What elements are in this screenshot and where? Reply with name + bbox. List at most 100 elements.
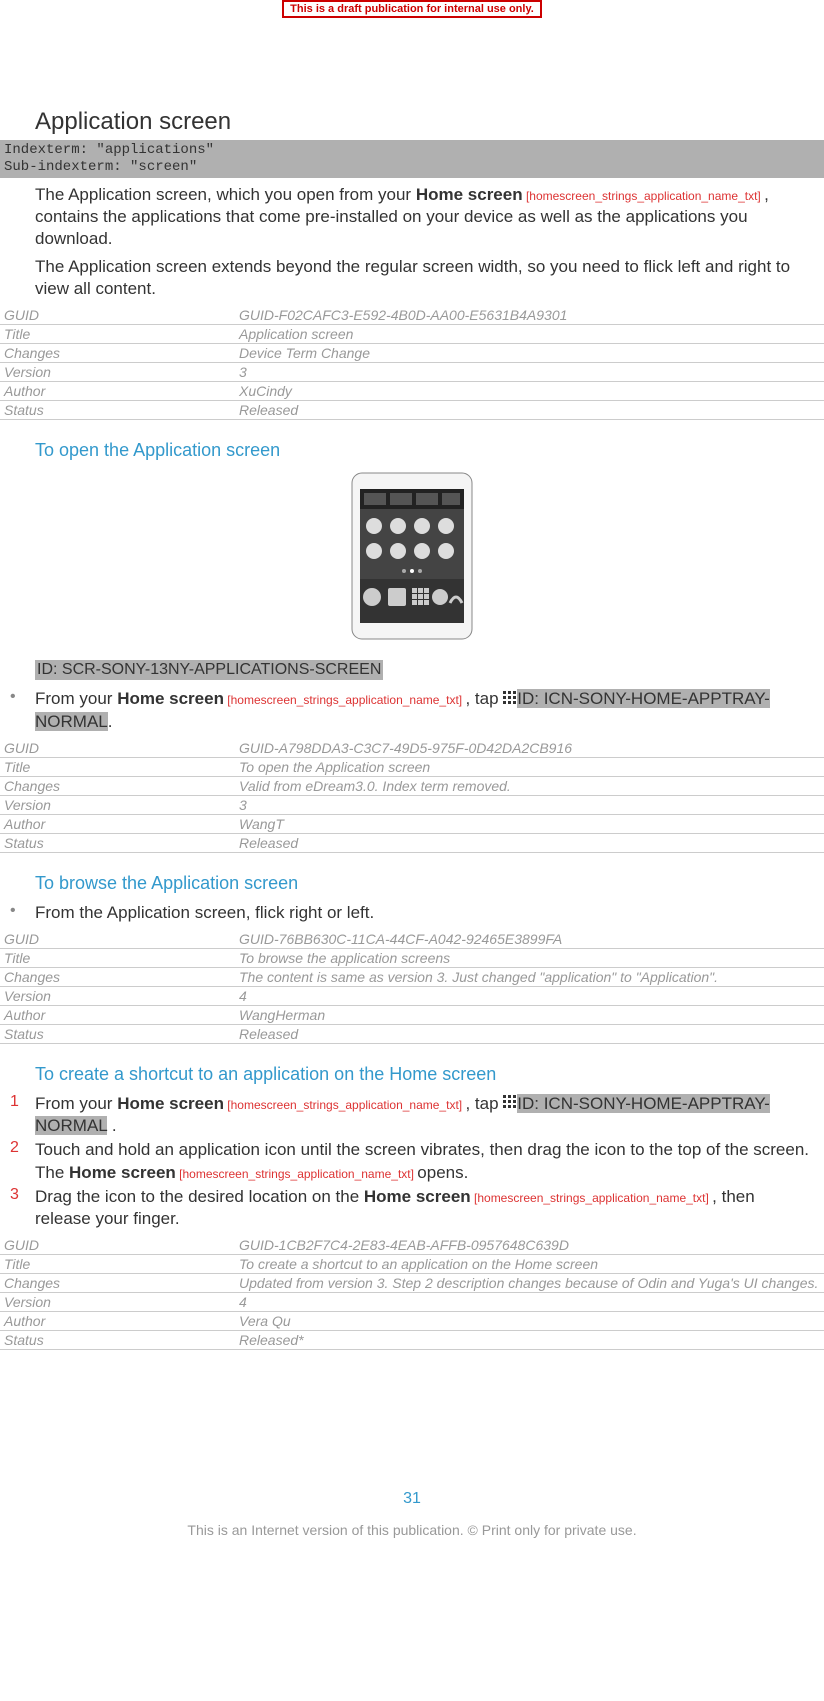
instruction-text: From your Home screen [homescreen_string… — [35, 688, 814, 733]
meta-key: Title — [0, 1254, 235, 1273]
indexterm-line: Indexterm: "applications" — [4, 142, 820, 159]
meta-val: 3 — [235, 795, 824, 814]
meta-val: GUID-A798DDA3-C3C7-49D5-975F-0D42DA2CB91… — [235, 739, 824, 758]
meta-val: Updated from version 3. Step 2 descripti… — [235, 1273, 824, 1292]
phone-figure — [0, 471, 824, 646]
home-screen-term: Home screen — [416, 185, 523, 204]
section-heading-shortcut: To create a shortcut to an application o… — [35, 1064, 824, 1085]
apptray-grid-icon — [503, 1093, 517, 1115]
meta-val: 4 — [235, 1292, 824, 1311]
meta-key: Title — [0, 757, 235, 776]
meta-val: Valid from eDream3.0. Index term removed… — [235, 776, 824, 795]
meta-val: GUID-76BB630C-11CA-44CF-A042-92465E3899F… — [235, 930, 824, 949]
intro-paragraph-2: The Application screen extends beyond th… — [0, 256, 824, 300]
meta-val: GUID-F02CAFC3-E592-4B0D-AA00-E5631B4A930… — [235, 306, 824, 325]
instruction-bullet: • From the Application screen, flick rig… — [0, 902, 824, 924]
page-content: Application screen Indexterm: "applicati… — [0, 18, 824, 1558]
string-ref: [homescreen_strings_application_name_txt… — [224, 693, 465, 707]
string-ref: [homescreen_strings_application_name_txt… — [176, 1167, 417, 1181]
step-number: 3 — [0, 1186, 35, 1230]
meta-key: Status — [0, 401, 235, 420]
section-heading-open: To open the Application screen — [35, 440, 824, 461]
metadata-table-3: GUIDGUID-76BB630C-11CA-44CF-A042-92465E3… — [0, 930, 824, 1044]
meta-key: Changes — [0, 1273, 235, 1292]
metadata-table-2: GUIDGUID-A798DDA3-C3C7-49D5-975F-0D42DA2… — [0, 739, 824, 853]
meta-key: Changes — [0, 967, 235, 986]
metadata-table-4: GUIDGUID-1CB2F7C4-2E83-4EAB-AFFB-0957648… — [0, 1236, 824, 1350]
metadata-table-1: GUIDGUID-F02CAFC3-E592-4B0D-AA00-E5631B4… — [0, 306, 824, 420]
home-screen-term: Home screen — [117, 1094, 224, 1113]
home-screen-term: Home screen — [364, 1187, 471, 1206]
draft-banner: This is a draft publication for internal… — [282, 0, 542, 18]
meta-val: To create a shortcut to an application o… — [235, 1254, 824, 1273]
apptray-grid-icon — [503, 689, 517, 711]
meta-val: To browse the application screens — [235, 948, 824, 967]
page-number: 31 — [0, 1490, 824, 1508]
meta-key: GUID — [0, 306, 235, 325]
instruction-bullet: • From your Home screen [homescreen_stri… — [0, 688, 824, 733]
string-ref: [homescreen_strings_application_name_txt… — [471, 1191, 712, 1205]
text: opens. — [417, 1163, 468, 1182]
text: From your — [35, 689, 117, 708]
meta-val: Released — [235, 1024, 824, 1043]
intro-paragraph-1: The Application screen, which you open f… — [0, 184, 824, 250]
meta-key: Title — [0, 948, 235, 967]
bullet-icon: • — [0, 902, 35, 924]
meta-key: Version — [0, 1292, 235, 1311]
home-screen-term: Home screen — [69, 1163, 176, 1182]
sub-indexterm-line: Sub-indexterm: "screen" — [4, 159, 820, 176]
text: , tap — [465, 689, 503, 708]
bullet-icon: • — [0, 688, 35, 733]
step-number: 2 — [0, 1139, 35, 1183]
text: Drag the icon to the desired location on… — [35, 1187, 364, 1206]
phone-illustration — [322, 471, 502, 641]
meta-key: Version — [0, 363, 235, 382]
text: From your — [35, 1094, 117, 1113]
page-title: Application screen — [35, 108, 824, 136]
meta-val: Released* — [235, 1330, 824, 1349]
meta-val: 4 — [235, 986, 824, 1005]
meta-val: WangHerman — [235, 1005, 824, 1024]
page-footer: 31 This is an Internet version of this p… — [0, 1490, 824, 1558]
meta-val: Vera Qu — [235, 1311, 824, 1330]
meta-key: Status — [0, 833, 235, 852]
meta-val: Released — [235, 833, 824, 852]
step-2: 2 Touch and hold an application icon unt… — [0, 1139, 824, 1183]
meta-val: The content is same as version 3. Just c… — [235, 967, 824, 986]
screen-id: ID: SCR-SONY-13NY-APPLICATIONS-SCREEN — [35, 660, 383, 680]
text: , tap — [465, 1094, 503, 1113]
instruction-text: From the Application screen, flick right… — [35, 902, 814, 924]
step-text: From your Home screen [homescreen_string… — [35, 1093, 814, 1138]
meta-key: Author — [0, 382, 235, 401]
meta-key: Title — [0, 325, 235, 344]
text: . — [107, 1116, 116, 1135]
text: . — [108, 712, 113, 731]
meta-key: Changes — [0, 344, 235, 363]
step-text: Touch and hold an application icon until… — [35, 1139, 814, 1183]
meta-key: Version — [0, 795, 235, 814]
section-heading-browse: To browse the Application screen — [35, 873, 824, 894]
footer-copyright: This is an Internet version of this publ… — [0, 1522, 824, 1538]
meta-val: Application screen — [235, 325, 824, 344]
string-ref: [homescreen_strings_application_name_txt… — [224, 1098, 465, 1112]
meta-key: Version — [0, 986, 235, 1005]
step-text: Drag the icon to the desired location on… — [35, 1186, 814, 1230]
meta-val: Released — [235, 401, 824, 420]
meta-val: To open the Application screen — [235, 757, 824, 776]
meta-key: Author — [0, 814, 235, 833]
meta-key: Status — [0, 1024, 235, 1043]
meta-key: Author — [0, 1311, 235, 1330]
meta-val: WangT — [235, 814, 824, 833]
step-number: 1 — [0, 1093, 35, 1138]
home-screen-term: Home screen — [117, 689, 224, 708]
step-3: 3 Drag the icon to the desired location … — [0, 1186, 824, 1230]
meta-val: XuCindy — [235, 382, 824, 401]
text: The Application screen, which you open f… — [35, 185, 416, 204]
meta-val: Device Term Change — [235, 344, 824, 363]
meta-key: GUID — [0, 1236, 235, 1255]
meta-key: Status — [0, 1330, 235, 1349]
meta-key: GUID — [0, 739, 235, 758]
string-ref: [homescreen_strings_application_name_txt… — [523, 189, 764, 203]
step-1: 1 From your Home screen [homescreen_stri… — [0, 1093, 824, 1138]
meta-key: Author — [0, 1005, 235, 1024]
